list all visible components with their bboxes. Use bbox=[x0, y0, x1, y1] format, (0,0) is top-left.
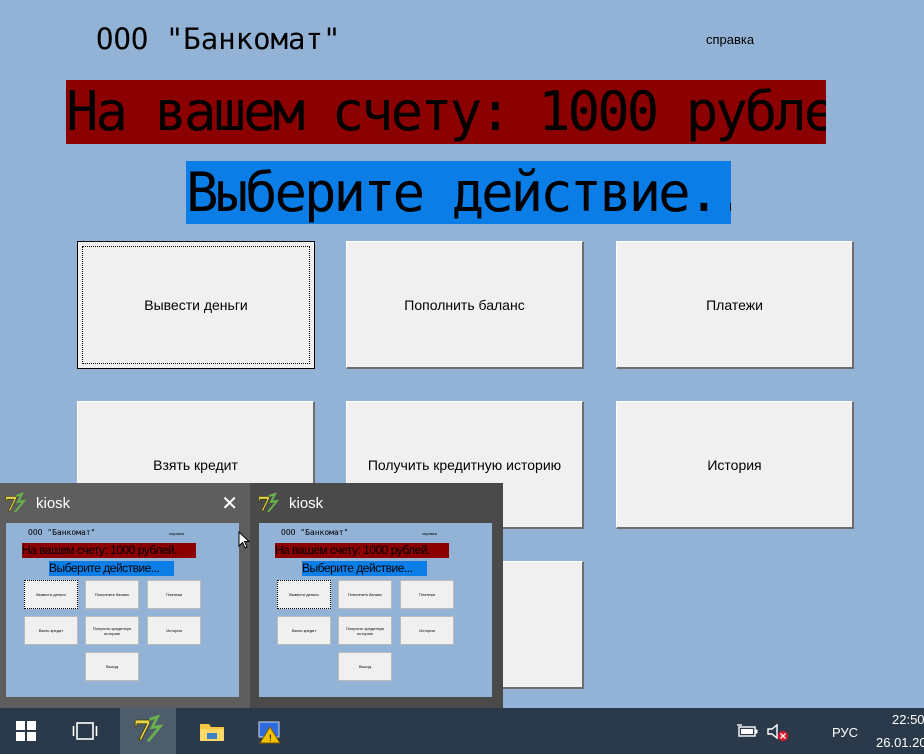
preview-button: Вывести деньги bbox=[24, 580, 78, 609]
preview-button: Выход bbox=[85, 652, 139, 681]
thumbnail-kiosk-2[interactable]: 7 kiosk ООО "Банкомат" справка На вашем … bbox=[253, 483, 503, 708]
thumbnail-preview: ООО "Банкомат" справка На вашем счету: 1… bbox=[6, 523, 239, 697]
kiosk-app-icon: 7 bbox=[133, 713, 164, 749]
volume-muted-icon[interactable] bbox=[766, 722, 790, 747]
clock-time[interactable]: 22:50 bbox=[892, 712, 924, 727]
preview-button: Платежи bbox=[147, 580, 201, 609]
choose-action-banner: Выберите действие... bbox=[186, 161, 731, 224]
preview-choose: Выберите действие... bbox=[49, 561, 174, 576]
preview-button: Вывести деньги bbox=[277, 580, 331, 609]
preview-choose: Выберите действие... bbox=[302, 561, 427, 576]
preview-balance: На вашем счету: 1000 рублей. bbox=[22, 543, 196, 558]
help-link[interactable]: справка bbox=[706, 32, 754, 47]
preview-button: История bbox=[400, 616, 454, 645]
preview-button: Платежи bbox=[400, 580, 454, 609]
close-icon[interactable]: ✕ bbox=[221, 491, 238, 516]
preview-button: Получить кредитную историю bbox=[85, 616, 139, 645]
withdraw-button[interactable]: Вывести деньги bbox=[77, 241, 315, 369]
preview-button: Выход bbox=[338, 652, 392, 681]
preview-balance: На вашем счету: 1000 рублей. bbox=[275, 543, 449, 558]
clock-date[interactable]: 26.01.20 bbox=[876, 735, 924, 750]
preview-help: справка bbox=[169, 531, 184, 536]
taskbar-thumbnail-popup: 7 kiosk ✕ ООО "Банкомат" справка На ваше… bbox=[0, 483, 503, 708]
preview-button: Взять кредит bbox=[24, 616, 78, 645]
mouse-cursor-icon bbox=[238, 530, 251, 554]
payments-button[interactable]: Платежи bbox=[616, 241, 854, 369]
task-view-icon[interactable] bbox=[61, 708, 109, 754]
thumbnail-preview: ООО "Банкомат" справка На вашем счету: 1… bbox=[259, 523, 492, 697]
preview-button: Взять кредит bbox=[277, 616, 331, 645]
company-name: ООО "Банкомат" bbox=[96, 22, 341, 56]
file-explorer-icon[interactable] bbox=[188, 708, 236, 754]
balance-banner: На вашем счету: 1000 рублей. bbox=[66, 80, 826, 144]
preview-button: Пополнить баланс bbox=[85, 580, 139, 609]
history-button[interactable]: История bbox=[616, 401, 854, 529]
language-indicator[interactable]: РУС bbox=[832, 725, 858, 740]
top-up-button[interactable]: Пополнить баланс bbox=[346, 241, 584, 369]
kiosk-taskbar-button[interactable]: 7 bbox=[120, 708, 176, 754]
app-icon[interactable]: ! bbox=[246, 708, 294, 754]
preview-company: ООО "Банкомат" bbox=[281, 528, 349, 537]
preview-button: История bbox=[147, 616, 201, 645]
preview-button: Получить кредитную историю bbox=[338, 616, 392, 645]
taskbar: 7 ! РУС 22:50 26.01.20 bbox=[0, 708, 924, 754]
thumbnail-title: kiosk bbox=[36, 495, 71, 512]
windows-start-icon[interactable] bbox=[2, 708, 50, 754]
thumbnail-kiosk-1[interactable]: 7 kiosk ✕ ООО "Банкомат" справка На ваше… bbox=[0, 483, 250, 708]
svg-text:!: ! bbox=[269, 734, 273, 744]
preview-help: справка bbox=[422, 531, 437, 536]
kiosk-app-icon: 7 bbox=[257, 492, 280, 516]
preview-company: ООО "Банкомат" bbox=[28, 528, 96, 537]
thumbnail-title: kiosk bbox=[289, 495, 324, 512]
preview-button: Пополнить баланс bbox=[338, 580, 392, 609]
battery-icon[interactable] bbox=[737, 724, 759, 743]
kiosk-app-icon: 7 bbox=[4, 492, 27, 516]
